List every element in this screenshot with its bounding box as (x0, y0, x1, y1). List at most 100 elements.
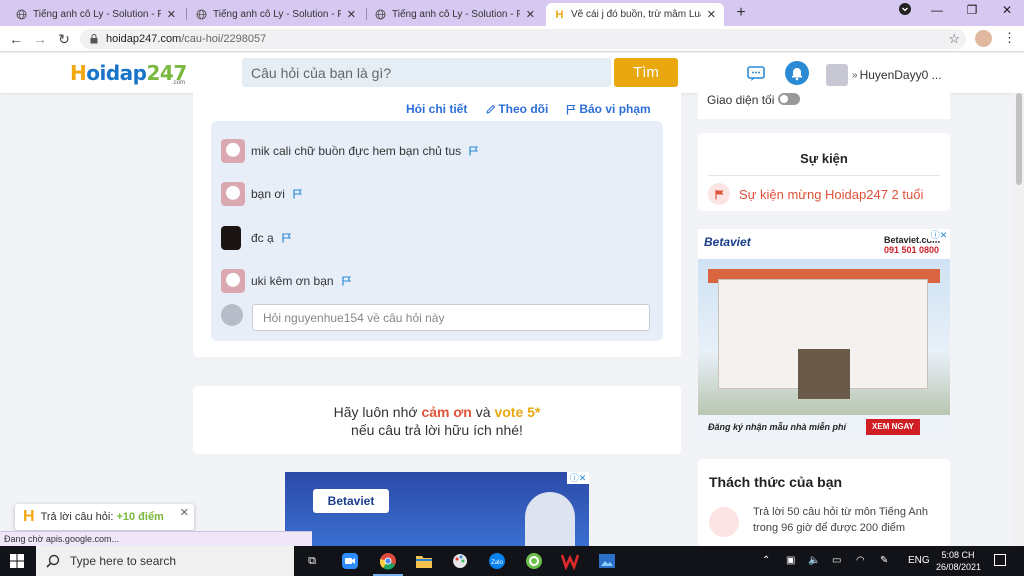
ask-detail-link[interactable]: Hỏi chi tiết (406, 102, 467, 116)
question-actions: Hỏi chi tiết Theo dõi Báo vi phạm (406, 102, 651, 116)
reminder-line-1: Hãy luôn nhớ cảm ơn và vote 5* (193, 403, 681, 421)
tray-app-icon[interactable]: ▣ (786, 555, 795, 566)
avatar[interactable] (221, 182, 245, 206)
ad-brand-logo: Betaviet (313, 489, 389, 513)
comment-item: uki kêm ơn bạn (221, 269, 351, 293)
logo-text: oidap (86, 61, 147, 85)
close-icon[interactable]: ✕ (526, 8, 535, 21)
scrollbar-thumb[interactable] (1016, 93, 1022, 185)
windows-start-icon[interactable] (10, 554, 24, 568)
bottom-ad-banner[interactable]: Betaviet ⓘ✕ (285, 472, 589, 546)
comment-text: bạn ơi (251, 187, 285, 201)
avatar[interactable] (221, 139, 245, 163)
restore-icon[interactable]: ❐ (962, 3, 982, 17)
ad-phone: 091 501 0800 (884, 245, 940, 255)
taskbar-clock[interactable]: 5:08 CH 26/08/2021 (936, 549, 981, 573)
browser-profile-avatar[interactable] (975, 30, 992, 47)
report-label: Báo vi phạm (579, 102, 651, 116)
event-item[interactable]: Sự kiện mừng Hoidap247 2 tuổi (708, 183, 923, 205)
ad-close-icon[interactable]: ⓘ✕ (567, 472, 589, 484)
green-app-icon[interactable] (524, 551, 544, 571)
ad-villa-gate (798, 349, 850, 399)
zalo-app-icon[interactable]: Zalo (487, 551, 507, 571)
close-icon[interactable]: ✕ (707, 8, 716, 21)
close-icon[interactable]: ✕ (347, 8, 356, 21)
minimize-icon[interactable]: — (927, 3, 947, 17)
bell-icon[interactable] (784, 60, 810, 86)
chrome-app-icon[interactable] (378, 551, 398, 571)
globe-icon (375, 9, 386, 20)
events-card: Sự kiện Sự kiện mừng Hoidap247 2 tuổi (698, 133, 950, 211)
comment-text: đc ạ (251, 231, 274, 245)
notification-points: +10 điểm (116, 511, 164, 523)
tray-overflow-icon[interactable]: ⌃ (762, 555, 770, 566)
comment-text: mik cali chữ buồn đực hem bạn chủ tus (251, 144, 462, 158)
browser-tab-2[interactable]: Tiếng anh cô Ly - Solution - Pre I ✕ (188, 3, 364, 26)
avatar[interactable] (221, 269, 245, 293)
notification-text: Trả lời câu hỏi: +10 điểm (41, 511, 164, 523)
browser-tab-3[interactable]: Tiếng anh cô Ly - Solution - Pre I ✕ (367, 3, 543, 26)
zoom-app-icon[interactable] (340, 551, 360, 571)
forward-icon[interactable]: → (32, 31, 48, 47)
flag-icon[interactable] (469, 146, 479, 156)
reminder-prefix: Hãy luôn nhớ (333, 404, 422, 420)
challenge-text[interactable]: Trả lời 50 câu hỏi từ môn Tiếng Anh tron… (753, 504, 938, 536)
points-notification[interactable]: H Trả lời câu hỏi: +10 điểm ✕ (15, 504, 194, 530)
flag-icon[interactable] (341, 276, 351, 286)
tab-title: Vẽ cái j đó buồn, trừ mâm Luật, (571, 9, 701, 20)
bookmark-star-icon[interactable]: ☆ (948, 31, 960, 47)
close-window-icon[interactable]: ✕ (997, 3, 1017, 17)
ad-cta-button[interactable]: XEM NGAY (866, 419, 920, 435)
report-link[interactable]: Báo vi phạm (566, 102, 651, 116)
events-title: Sự kiện (800, 151, 848, 166)
site-logo[interactable]: Hoidap247 (70, 61, 187, 85)
close-icon[interactable]: ✕ (180, 506, 189, 519)
task-view-icon[interactable]: ⧉ (302, 551, 322, 571)
volume-icon[interactable]: 🔈 (808, 555, 820, 566)
tab-search-icon[interactable] (895, 3, 915, 18)
avatar[interactable] (221, 226, 241, 250)
notification-center-icon[interactable] (994, 554, 1006, 566)
sidebar-ad-banner[interactable]: Betaviet Betaviet.com 091 501 0800 ⓘ✕ Đă… (698, 229, 950, 439)
battery-icon[interactable]: ▭ (832, 555, 841, 566)
comment-input-placeholder: Hỏi nguyenhue154 về câu hỏi này (263, 310, 445, 325)
url-field[interactable]: hoidap247.com/cau-hoi/2298057 ☆ (80, 29, 966, 49)
photo-viewer-icon[interactable] (597, 551, 617, 571)
ad-close-icon[interactable]: ⓘ✕ (928, 229, 950, 241)
dark-mode-label: Giao diện tối (707, 93, 775, 107)
comment-input[interactable]: Hỏi nguyenhue154 về câu hỏi này (252, 304, 650, 331)
flag-icon[interactable] (282, 233, 291, 243)
browser-menu-icon[interactable]: ⋮ (1003, 30, 1016, 46)
new-tab-button[interactable]: + (732, 4, 750, 22)
notification-label: Trả lời câu hỏi: (40, 511, 117, 523)
browser-tab-4-active[interactable]: H Vẽ cái j đó buồn, trừ mâm Luật, ✕ (546, 3, 724, 26)
paint-app-icon[interactable] (450, 551, 470, 571)
windows-taskbar: Type here to search ⧉ Zalo ⌃ ▣ 🔈 ▭ ◠ ✎ E… (0, 546, 1024, 576)
event-link[interactable]: Sự kiện mừng Hoidap247 2 tuổi (739, 187, 923, 202)
dark-mode-toggle[interactable] (778, 93, 800, 105)
avatar (221, 304, 243, 326)
reload-icon[interactable]: ↻ (56, 31, 72, 48)
taskbar-search-input[interactable]: Type here to search (36, 546, 294, 576)
flag-icon[interactable] (293, 189, 302, 199)
file-explorer-icon[interactable] (414, 551, 434, 571)
comment-item: bạn ơi (221, 182, 302, 206)
wps-office-icon[interactable] (560, 551, 580, 571)
url-path: /cau-hoi/2298057 (181, 33, 267, 45)
close-icon[interactable]: ✕ (167, 8, 176, 21)
reminder-and: và (471, 404, 495, 420)
search-button[interactable]: Tìm (614, 58, 678, 87)
user-menu[interactable]: » HuyenDayy0 ... (826, 64, 942, 86)
follow-link[interactable]: Theo dõi (485, 102, 548, 116)
browser-tab-1[interactable]: Tiếng anh cô Ly - Solution - Pre I ✕ (8, 3, 184, 26)
search-input[interactable]: Câu hỏi của bạn là gì? (242, 58, 611, 87)
page-scrollbar[interactable] (1014, 93, 1024, 546)
back-icon[interactable]: ← (8, 31, 24, 47)
input-language[interactable]: ENG (908, 555, 930, 566)
wifi-icon[interactable]: ◠ (856, 555, 865, 566)
pen-icon[interactable]: ✎ (880, 555, 888, 566)
ad-header: Betaviet Betaviet.com 091 501 0800 (698, 229, 950, 259)
svg-text:Zalo: Zalo (491, 560, 503, 566)
chat-icon[interactable] (746, 63, 766, 83)
comment-item: mik cali chữ buồn đực hem bạn chủ tus (221, 139, 479, 163)
